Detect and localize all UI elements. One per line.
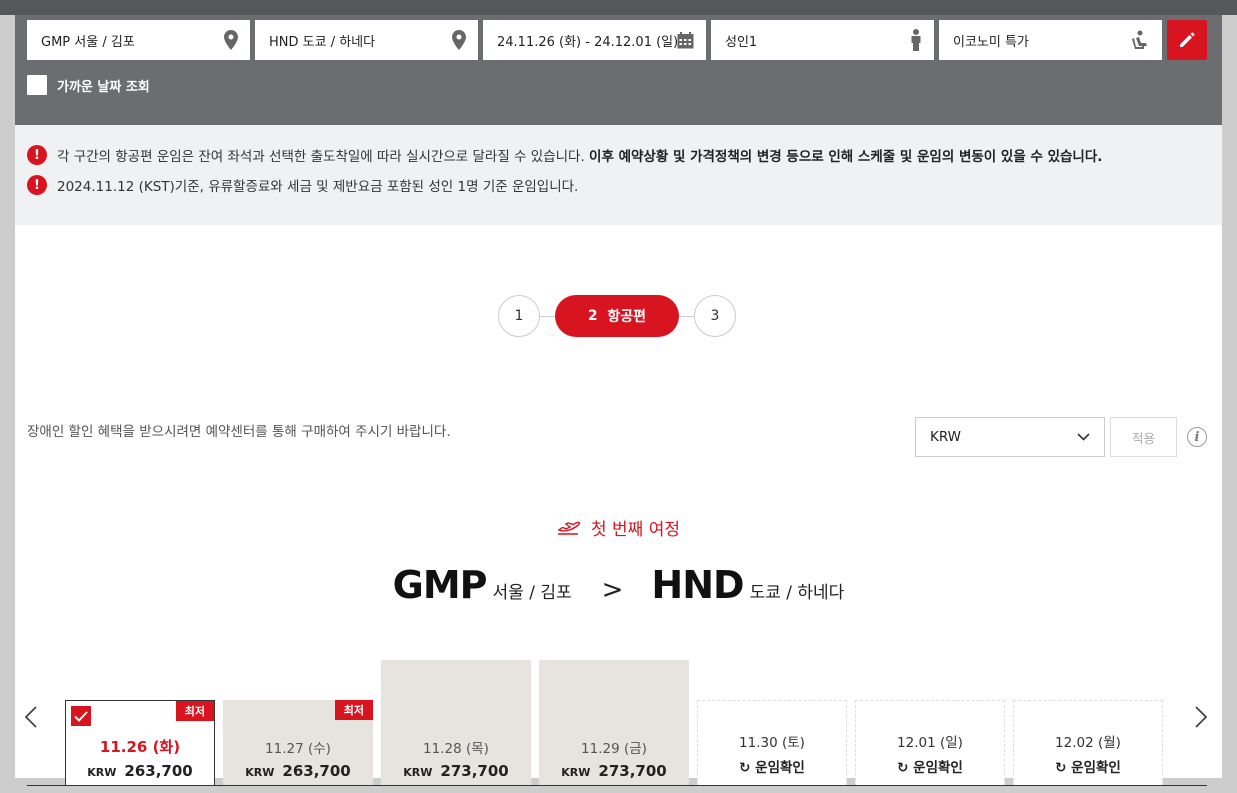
date-card-price: 263,700: [124, 762, 193, 780]
step-2-current: 2 항공편: [555, 295, 679, 337]
disability-discount-notice: 장애인 할인 혜택을 받으시려면 예약센터를 통해 구매하여 주시기 바랍니다.: [27, 424, 451, 440]
alert-icon: !: [27, 175, 47, 195]
nearby-dates-option[interactable]: 가까운 날짜 조회: [27, 75, 150, 95]
calendar-icon: [677, 31, 694, 48]
date-card-date: 11.28 (목): [423, 741, 489, 757]
date-card-price-line: KRW 263,700: [87, 762, 192, 780]
date-card-price: 273,700: [440, 762, 509, 780]
destination-code: HND: [651, 563, 744, 607]
lowest-fare-badge: 최저: [334, 700, 373, 720]
refresh-icon: ↻: [1055, 760, 1067, 776]
date-card-unpriced[interactable]: 12.02 (월) ↻ 운임확인: [1013, 700, 1163, 786]
route-arrow-icon: >: [601, 575, 624, 605]
refresh-icon: ↻: [739, 760, 751, 776]
cabin-class-field[interactable]: 이코노미 특가: [939, 20, 1162, 60]
date-card-currency: KRW: [561, 766, 591, 779]
apply-currency-button[interactable]: 적용: [1110, 417, 1177, 457]
notice-line-2: ! 2024.11.12 (KST)기준, 유류할증료와 세금 및 제반요금 포…: [27, 175, 578, 195]
date-card-selected[interactable]: 최저 11.26 (화) KRW 263,700: [65, 700, 215, 786]
check-fare-link[interactable]: ↻ 운임확인: [897, 756, 963, 776]
notice-line-1-text: 각 구간의 항공편 운임은 잔여 좌석과 선택한 출도착일에 따라 실시간으로 …: [57, 149, 590, 165]
date-card-price-line: KRW 263,700: [245, 762, 350, 780]
origin-city: 서울 / 김포: [492, 583, 572, 603]
check-fare-link[interactable]: ↻ 운임확인: [739, 756, 805, 776]
currency-selected: KRW: [930, 429, 962, 445]
date-card-date: 11.30 (토): [739, 735, 805, 751]
cabin-class-value: 이코노미 특가: [953, 34, 1029, 50]
nearby-dates-label: 가까운 날짜 조회: [57, 79, 150, 95]
date-card[interactable]: 최저 11.27 (수) KRW 263,700: [223, 700, 373, 786]
date-card[interactable]: 11.28 (목) KRW 273,700: [381, 660, 531, 786]
date-card-price: 273,700: [598, 762, 667, 780]
chevron-down-icon: [1077, 433, 1090, 441]
currency-select[interactable]: KRW: [915, 417, 1105, 457]
destination-value: HND 도쿄 / 하네다: [269, 34, 376, 50]
prev-dates-button[interactable]: [24, 705, 37, 735]
refresh-icon: ↻: [897, 760, 909, 776]
check-fare-label: 운임확인: [1071, 760, 1121, 776]
origin-value: GMP 서울 / 김포: [41, 34, 135, 50]
date-card-unpriced[interactable]: 12.01 (일) ↻ 운임확인: [855, 700, 1005, 786]
date-card-currency: KRW: [245, 766, 275, 779]
journey-label-text: 첫 번째 여정: [590, 520, 680, 540]
chevron-right-icon: [1195, 706, 1208, 728]
info-icon[interactable]: i: [1187, 427, 1207, 447]
step-1-label: 1: [514, 308, 524, 324]
booking-steps: 1 2 항공편 3: [498, 295, 736, 337]
date-card-currency: KRW: [87, 766, 117, 779]
location-pin-icon: [224, 30, 238, 50]
seat-icon: [1132, 30, 1147, 49]
date-card-date: 11.26 (화): [99, 738, 181, 756]
date-card-price: 263,700: [282, 762, 351, 780]
chevron-left-icon: [24, 706, 37, 728]
person-icon: [911, 29, 921, 51]
date-card-date: 11.29 (금): [581, 741, 647, 757]
next-dates-button[interactable]: [1195, 705, 1208, 735]
step-2-label: 항공편: [607, 309, 647, 325]
passengers-value: 성인1: [725, 34, 758, 50]
date-range-value: 24.11.26 (화) - 24.12.01 (일): [497, 34, 677, 50]
check-icon: [71, 706, 91, 726]
step-3[interactable]: 3: [694, 295, 736, 337]
location-pin-icon: [452, 30, 466, 50]
date-card[interactable]: 11.29 (금) KRW 273,700: [539, 660, 689, 786]
date-card-unpriced[interactable]: 11.30 (토) ↻ 운임확인: [697, 700, 847, 786]
lowest-fare-badge: 최저: [175, 701, 214, 721]
date-card-date: 12.01 (일): [897, 735, 963, 751]
step-1[interactable]: 1: [498, 295, 540, 337]
pencil-icon: [1180, 32, 1195, 47]
destination-city: 도쿄 / 하네다: [749, 583, 845, 603]
journey-label: 첫 번째 여정: [15, 515, 1222, 540]
step-3-label: 3: [710, 308, 720, 324]
origin-field[interactable]: GMP 서울 / 김포: [27, 20, 250, 60]
date-card-currency: KRW: [403, 766, 433, 779]
date-card-price-line: KRW 273,700: [561, 762, 666, 780]
search-panel: GMP 서울 / 김포 HND 도쿄 / 하네다 24.11.26 (화) - …: [15, 15, 1222, 125]
passengers-field[interactable]: 성인1: [711, 20, 934, 60]
main-content: 1 2 항공편 3 장애인 할인 혜택을 받으시려면 예약센터를 통해 구매하여…: [15, 225, 1222, 786]
date-strip-divider: [27, 785, 1207, 786]
date-card-date: 12.02 (월): [1055, 735, 1121, 751]
plane-takeoff-icon: [557, 521, 581, 535]
fare-notice: ! 각 구간의 항공편 운임은 잔여 좌석과 선택한 출도착일에 따라 실시간으…: [15, 125, 1222, 225]
check-fare-link[interactable]: ↻ 운임확인: [1055, 756, 1121, 776]
step-2-number: 2: [587, 308, 598, 324]
edit-search-button[interactable]: [1167, 20, 1207, 60]
check-fare-label: 운임확인: [755, 760, 805, 776]
date-card-date: 11.27 (수): [265, 741, 331, 757]
route-header: GMP 서울 / 김포 > HND 도쿄 / 하네다: [15, 563, 1222, 607]
origin-code: GMP: [392, 563, 488, 607]
date-range-field[interactable]: 24.11.26 (화) - 24.12.01 (일): [483, 20, 706, 60]
notice-line-1-bold: 이후 예약상황 및 가격정책의 변경 등으로 인해 스케줄 및 운임의 변동이 …: [589, 149, 1103, 165]
date-card-price-line: KRW 273,700: [403, 762, 508, 780]
nearby-dates-checkbox[interactable]: [27, 75, 47, 95]
notice-line-2-text: 2024.11.12 (KST)기준, 유류할증료와 세금 및 제반요금 포함된…: [57, 179, 579, 195]
notice-line-1: ! 각 구간의 항공편 운임은 잔여 좌석과 선택한 출도착일에 따라 실시간으…: [27, 145, 1102, 165]
destination-field[interactable]: HND 도쿄 / 하네다: [255, 20, 478, 60]
check-fare-label: 운임확인: [913, 760, 963, 776]
top-bar: [0, 0, 1237, 15]
alert-icon: !: [27, 145, 47, 165]
